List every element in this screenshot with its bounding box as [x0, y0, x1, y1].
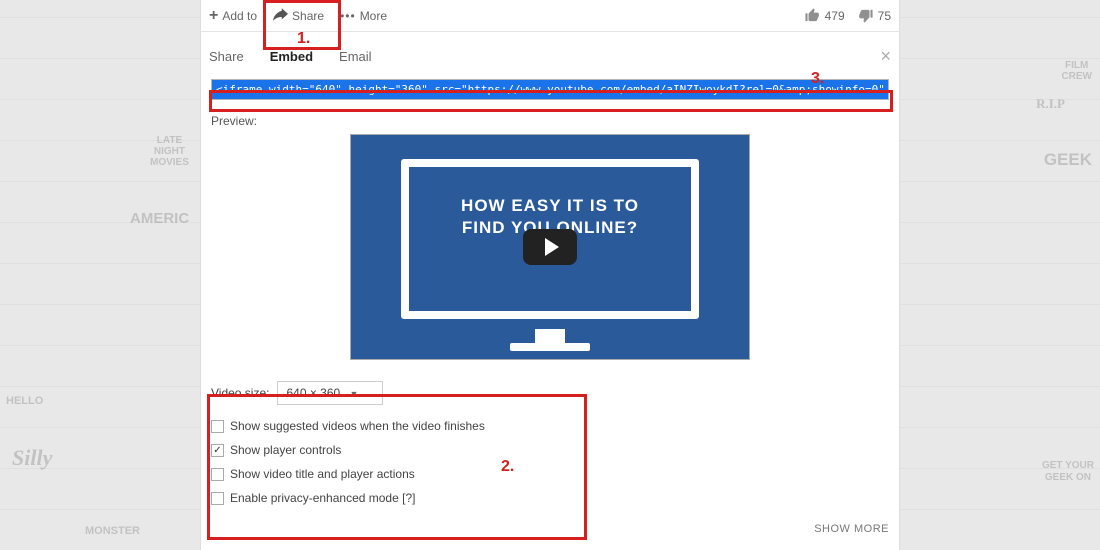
tab-embed[interactable]: Embed [270, 49, 313, 64]
dislike-count: 75 [878, 9, 891, 23]
thumbs-down-icon [857, 7, 874, 24]
option-row: ✓ Show player controls [211, 443, 889, 457]
preview-label: Preview: [211, 114, 889, 128]
bg-text-americ: AMERIC [130, 210, 189, 227]
video-action-bar: + Add to Share ••• More 479 [201, 0, 899, 32]
plus-icon: + [209, 8, 218, 24]
option-row: Show video title and player actions [211, 467, 889, 481]
tab-share[interactable]: Share [209, 49, 244, 64]
checkbox[interactable] [211, 468, 224, 481]
video-caption-line1: HOW EASY IT IS TO [351, 195, 749, 217]
bg-text-geekon: GET YOUR GEEK ON [1042, 460, 1094, 484]
add-to-label: Add to [222, 9, 257, 23]
option-row: Show suggested videos when the video fin… [211, 419, 889, 433]
annotation-label-2: 2. [501, 458, 514, 476]
bg-text-silly: Silly [12, 445, 52, 471]
embed-options: Video size: 640 × 360 ▼ Show suggested v… [211, 381, 889, 539]
checkbox[interactable] [211, 420, 224, 433]
video-size-value: 640 × 360 [286, 386, 340, 400]
bg-text-hello: HELLO [6, 395, 43, 407]
annotation-label-1: 1. [297, 30, 310, 48]
tab-email[interactable]: Email [339, 49, 372, 64]
share-button[interactable]: Share [273, 8, 324, 24]
bg-text-monster: MONSTER [85, 525, 140, 537]
video-size-row: Video size: 640 × 360 ▼ [211, 381, 889, 405]
annotation-label-3: 3. [811, 70, 824, 88]
bg-text-rip: R.I.P [1036, 96, 1065, 112]
video-preview[interactable]: HOW EASY IT IS TO FIND YOU ONLINE? [350, 134, 750, 360]
video-size-label: Video size: [211, 386, 269, 400]
share-label: Share [292, 9, 324, 23]
like-count: 479 [825, 9, 845, 23]
checkbox[interactable] [211, 492, 224, 505]
chevron-down-icon: ▼ [350, 389, 359, 399]
bg-text-geek: GEEK [1044, 150, 1092, 170]
more-label: More [360, 9, 387, 23]
monitor-base-graphic [510, 343, 590, 351]
preview-container: HOW EASY IT IS TO FIND YOU ONLINE? [201, 134, 899, 365]
option-row: Enable privacy-enhanced mode [?] [211, 491, 889, 505]
show-more-button[interactable]: SHOW MORE [211, 515, 889, 539]
dislike-button[interactable]: 75 [857, 7, 891, 24]
share-panel: + Add to Share ••• More 479 [200, 0, 900, 550]
checkbox-label: Show player controls [230, 443, 341, 457]
add-to-button[interactable]: + Add to [209, 8, 257, 24]
bg-text-filmcrew: FILM CREW [1061, 60, 1092, 82]
like-button[interactable]: 479 [804, 7, 845, 24]
more-button[interactable]: ••• More [340, 9, 387, 23]
thumbs-up-icon [804, 7, 821, 24]
play-icon [545, 238, 559, 256]
share-arrow-icon [273, 8, 288, 24]
checkbox-label: Show suggested videos when the video fin… [230, 419, 485, 433]
checkbox-label: Show video title and player actions [230, 467, 415, 481]
embed-code-input[interactable]: <iframe width="640" height="360" src="ht… [211, 79, 889, 100]
monitor-stand-graphic [535, 329, 565, 343]
checkbox[interactable]: ✓ [211, 444, 224, 457]
close-icon[interactable]: × [880, 46, 891, 67]
bg-text-late: LATE NIGHT MOVIES [150, 135, 189, 168]
play-button[interactable] [523, 229, 577, 265]
checkbox-label: Enable privacy-enhanced mode [?] [230, 491, 415, 505]
video-size-select[interactable]: 640 × 360 ▼ [277, 381, 383, 405]
more-dots-icon: ••• [340, 9, 356, 23]
